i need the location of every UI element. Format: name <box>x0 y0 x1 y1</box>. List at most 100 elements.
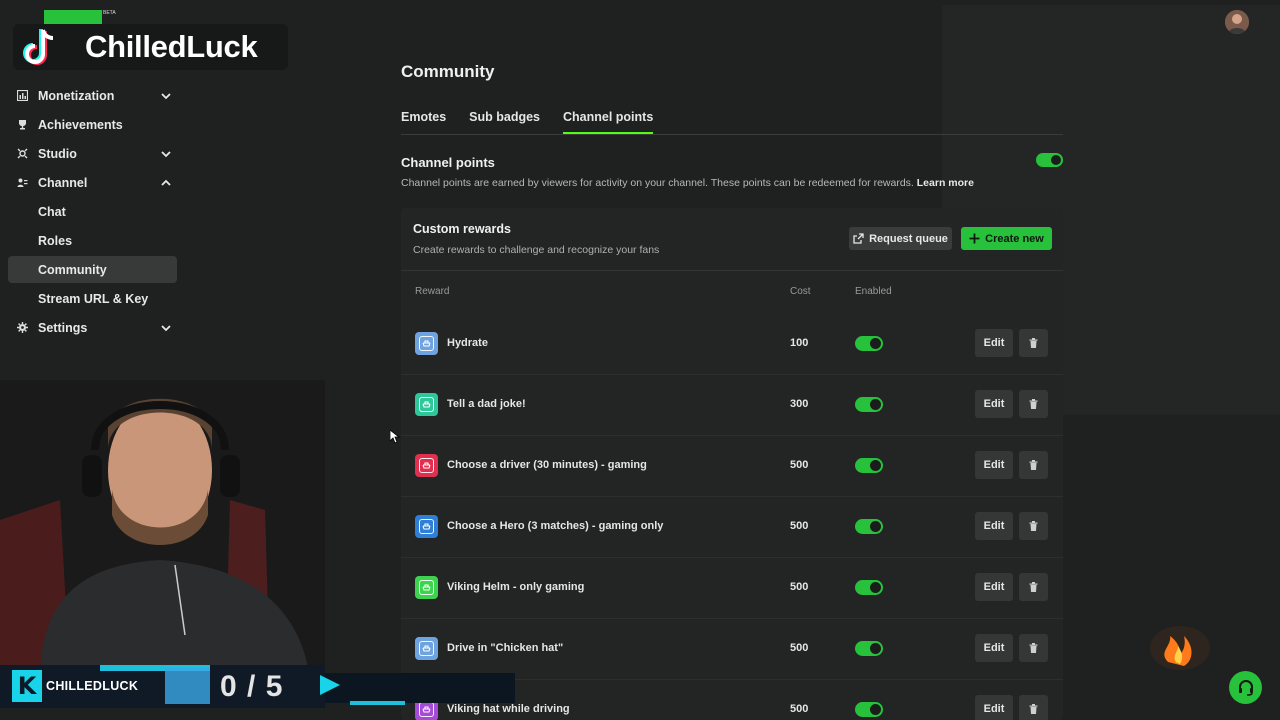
table-row: Choose a driver (30 minutes) - gaming 500… <box>401 435 1063 496</box>
reward-cost: 500 <box>790 520 809 532</box>
reward-cost: 500 <box>790 459 809 471</box>
reward-name: Choose a Hero (3 matches) - gaming only <box>447 520 664 532</box>
card-divider <box>401 270 1063 271</box>
row-divider <box>401 618 1063 619</box>
reward-icon <box>415 393 438 416</box>
sidebar-item-label: Settings <box>38 320 88 335</box>
reward-enabled-toggle[interactable] <box>855 458 883 473</box>
gear-icon <box>16 322 28 334</box>
edit-button[interactable]: Edit <box>975 451 1013 479</box>
sidebar-item-label: Monetization <box>38 88 115 103</box>
page-title: Community <box>401 62 495 81</box>
learn-more-link[interactable]: Learn more <box>917 177 974 189</box>
trash-icon <box>1029 521 1038 531</box>
create-new-label: Create new <box>985 232 1044 245</box>
table-row: Choose a Hero (3 matches) - gaming only 5… <box>401 496 1063 557</box>
reward-icon <box>415 454 438 477</box>
sidebar-item-community[interactable]: Community <box>8 256 177 283</box>
trash-icon <box>1029 582 1038 592</box>
trash-icon <box>1029 643 1038 653</box>
table-row: Hydrate 100 Edit <box>401 313 1063 374</box>
reward-cost: 300 <box>790 398 809 410</box>
goal-count: 0 / 5 <box>220 670 284 703</box>
streamer-brand-overlay: ChilledLuck <box>13 24 288 70</box>
edit-button[interactable]: Edit <box>975 695 1013 720</box>
request-queue-label: Request queue <box>869 232 948 245</box>
reward-enabled-toggle[interactable] <box>855 397 883 412</box>
sidebar-item-monetization[interactable]: Monetization <box>8 82 177 109</box>
delete-button[interactable] <box>1019 573 1048 601</box>
reward-icon <box>415 515 438 538</box>
chevron-down-icon[interactable] <box>159 89 173 103</box>
edit-button[interactable]: Edit <box>975 329 1013 357</box>
sidebar-item-chat[interactable]: Chat <box>8 198 177 225</box>
sidebar-item-roles[interactable]: Roles <box>8 227 177 254</box>
sidebar-item-studio[interactable]: Studio <box>8 140 177 167</box>
sidebar-item-settings[interactable]: Settings <box>8 314 177 341</box>
column-header-reward: Reward <box>415 286 450 297</box>
request-queue-button[interactable]: Request queue <box>849 227 952 250</box>
tab-emotes[interactable]: Emotes <box>401 110 446 134</box>
reward-enabled-toggle[interactable] <box>855 580 883 595</box>
row-divider <box>401 374 1063 375</box>
edit-button[interactable]: Edit <box>975 390 1013 418</box>
edit-button[interactable]: Edit <box>975 634 1013 662</box>
custom-rewards-title: Custom rewards <box>413 222 511 236</box>
row-divider <box>401 496 1063 497</box>
trophy-icon <box>16 119 28 131</box>
chevron-down-icon[interactable] <box>159 147 173 161</box>
delete-button[interactable] <box>1019 512 1048 540</box>
sidebar-item-label: Achievements <box>38 117 123 132</box>
tab-channel-points[interactable]: Channel points <box>563 110 654 134</box>
tab-bar: Emotes Sub badges Channel points <box>401 110 654 134</box>
column-header-enabled: Enabled <box>855 286 892 297</box>
sidebar-item-achievements[interactable]: Achievements <box>8 111 177 138</box>
delete-button[interactable] <box>1019 451 1048 479</box>
reward-enabled-toggle[interactable] <box>855 519 883 534</box>
reward-cost: 100 <box>790 337 809 349</box>
brand-name: ChilledLuck <box>85 29 258 64</box>
channel-points-toggle[interactable] <box>1036 153 1063 167</box>
delete-button[interactable] <box>1019 634 1048 662</box>
external-link-icon <box>853 233 864 244</box>
reward-name: Tell a dad joke! <box>447 398 526 410</box>
trash-icon <box>1029 338 1038 348</box>
reward-cost: 500 <box>790 581 809 593</box>
edit-button[interactable]: Edit <box>975 512 1013 540</box>
reward-icon <box>415 637 438 660</box>
sidebar-item-label: Studio <box>38 146 77 161</box>
row-divider <box>401 557 1063 558</box>
studio-icon <box>16 148 28 160</box>
reward-name: Viking Helm - only gaming <box>447 581 585 593</box>
kick-logo-partial <box>44 10 102 24</box>
table-row: Tell a dad joke! 300 Edit <box>401 374 1063 435</box>
create-new-button[interactable]: Create new <box>961 227 1052 250</box>
plus-icon <box>969 233 980 244</box>
custom-rewards-subtitle: Create rewards to challenge and recogniz… <box>413 244 660 256</box>
reward-icon <box>415 332 438 355</box>
reward-icon <box>415 576 438 599</box>
kick-channel-name: CHILLEDLUCK <box>46 679 139 693</box>
description-text: Channel points are earned by viewers for… <box>401 177 914 189</box>
reward-enabled-toggle[interactable] <box>855 702 883 717</box>
sidebar-item-channel[interactable]: Channel <box>8 169 177 196</box>
chevron-up-icon[interactable] <box>159 176 173 190</box>
reward-cost: 500 <box>790 703 809 715</box>
edit-button[interactable]: Edit <box>975 573 1013 601</box>
avatar[interactable] <box>1225 10 1249 34</box>
chevron-down-icon[interactable] <box>159 321 173 335</box>
channel-points-description: Channel points are earned by viewers for… <box>401 177 974 189</box>
delete-button[interactable] <box>1019 390 1048 418</box>
reward-enabled-toggle[interactable] <box>855 336 883 351</box>
channel-points-title: Channel points <box>401 155 495 170</box>
tab-sub-badges[interactable]: Sub badges <box>469 110 540 134</box>
reward-enabled-toggle[interactable] <box>855 641 883 656</box>
mouse-cursor-icon <box>390 430 400 444</box>
sidebar-item-stream-url-key[interactable]: Stream URL & Key <box>8 285 177 312</box>
delete-button[interactable] <box>1019 329 1048 357</box>
table-row: Viking Helm - only gaming 500 Edit <box>401 557 1063 618</box>
delete-button[interactable] <box>1019 695 1048 720</box>
reward-name: Drive in "Chicken hat" <box>447 642 564 654</box>
flame-decoration-icon <box>1148 622 1212 679</box>
help-chat-button[interactable] <box>1229 671 1262 704</box>
